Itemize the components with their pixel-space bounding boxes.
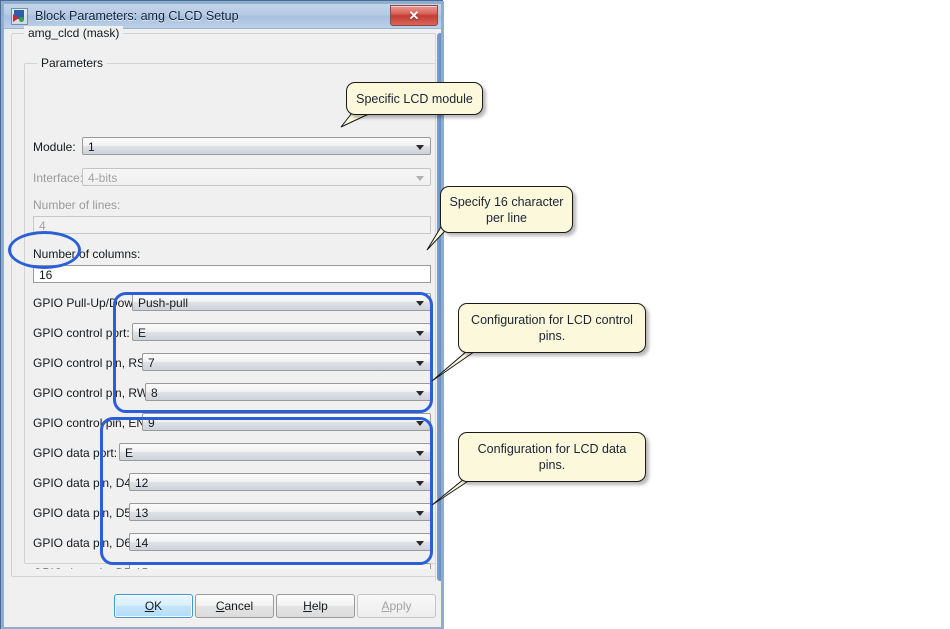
chevron-down-icon bbox=[416, 145, 424, 150]
help-button[interactable]: Help bbox=[276, 594, 355, 618]
parameters-group-label: Parameters bbox=[37, 56, 108, 70]
value-gpio-data-pin-d7: 15 bbox=[135, 565, 148, 569]
control-pins-highlight-rect bbox=[113, 292, 433, 413]
label-gpio-data-pin-d7: GPIO data pin, D7: bbox=[33, 566, 134, 569]
apply-button: Apply bbox=[357, 594, 436, 618]
simulink-block-icon bbox=[11, 8, 28, 25]
close-button[interactable]: ✕ bbox=[390, 5, 438, 26]
ok-button-label: OK bbox=[144, 599, 163, 613]
combo-module[interactable]: 1 bbox=[82, 137, 431, 155]
value-interface: 4-bits bbox=[88, 171, 118, 185]
mask-group-label: amg_clcd (mask) bbox=[24, 26, 124, 40]
help-button-label: Help bbox=[303, 599, 328, 613]
columns-highlight-ellipse bbox=[8, 231, 81, 269]
combo-interface: 4-bits bbox=[82, 168, 431, 186]
dialog-button-bar: OK Cancel Help Apply bbox=[1, 586, 444, 629]
cancel-button-label: Cancel bbox=[215, 599, 254, 613]
vertical-scrollbar[interactable] bbox=[435, 33, 444, 581]
data-pins-callout-text: Configuration for LCD data pins. bbox=[477, 442, 627, 472]
label-number-of-lines: Number of lines: bbox=[33, 198, 121, 212]
value-module: 1 bbox=[88, 140, 95, 154]
scrollbar-thumb[interactable] bbox=[437, 33, 443, 581]
control-pins-callout-text: Configuration for LCD control pins. bbox=[471, 313, 633, 343]
window-title: Block Parameters: amg CLCD Setup bbox=[35, 9, 239, 23]
control-pins-callout: Configuration for LCD control pins. bbox=[458, 303, 646, 353]
label-interface: Interface: bbox=[33, 171, 84, 185]
input-number-of-columns[interactable]: 16 bbox=[33, 265, 431, 283]
data-pins-highlight-rect bbox=[100, 417, 433, 565]
apply-button-label: Apply bbox=[381, 599, 412, 613]
chevron-down-icon bbox=[416, 176, 424, 181]
columns-callout-text: Specify 16 character per line bbox=[449, 194, 564, 225]
label-module: Module: bbox=[33, 140, 76, 154]
module-callout-text: Specific LCD module bbox=[356, 91, 473, 106]
value-number-of-columns: 16 bbox=[39, 268, 53, 282]
module-callout: Specific LCD module bbox=[346, 82, 483, 115]
close-icon: ✕ bbox=[408, 8, 420, 23]
columns-callout: Specify 16 character per line bbox=[440, 186, 573, 233]
input-number-of-lines: 4 bbox=[33, 216, 431, 234]
data-pins-callout: Configuration for LCD data pins. bbox=[458, 432, 646, 482]
cancel-button[interactable]: Cancel bbox=[195, 594, 274, 618]
ok-button[interactable]: OK bbox=[114, 594, 193, 618]
